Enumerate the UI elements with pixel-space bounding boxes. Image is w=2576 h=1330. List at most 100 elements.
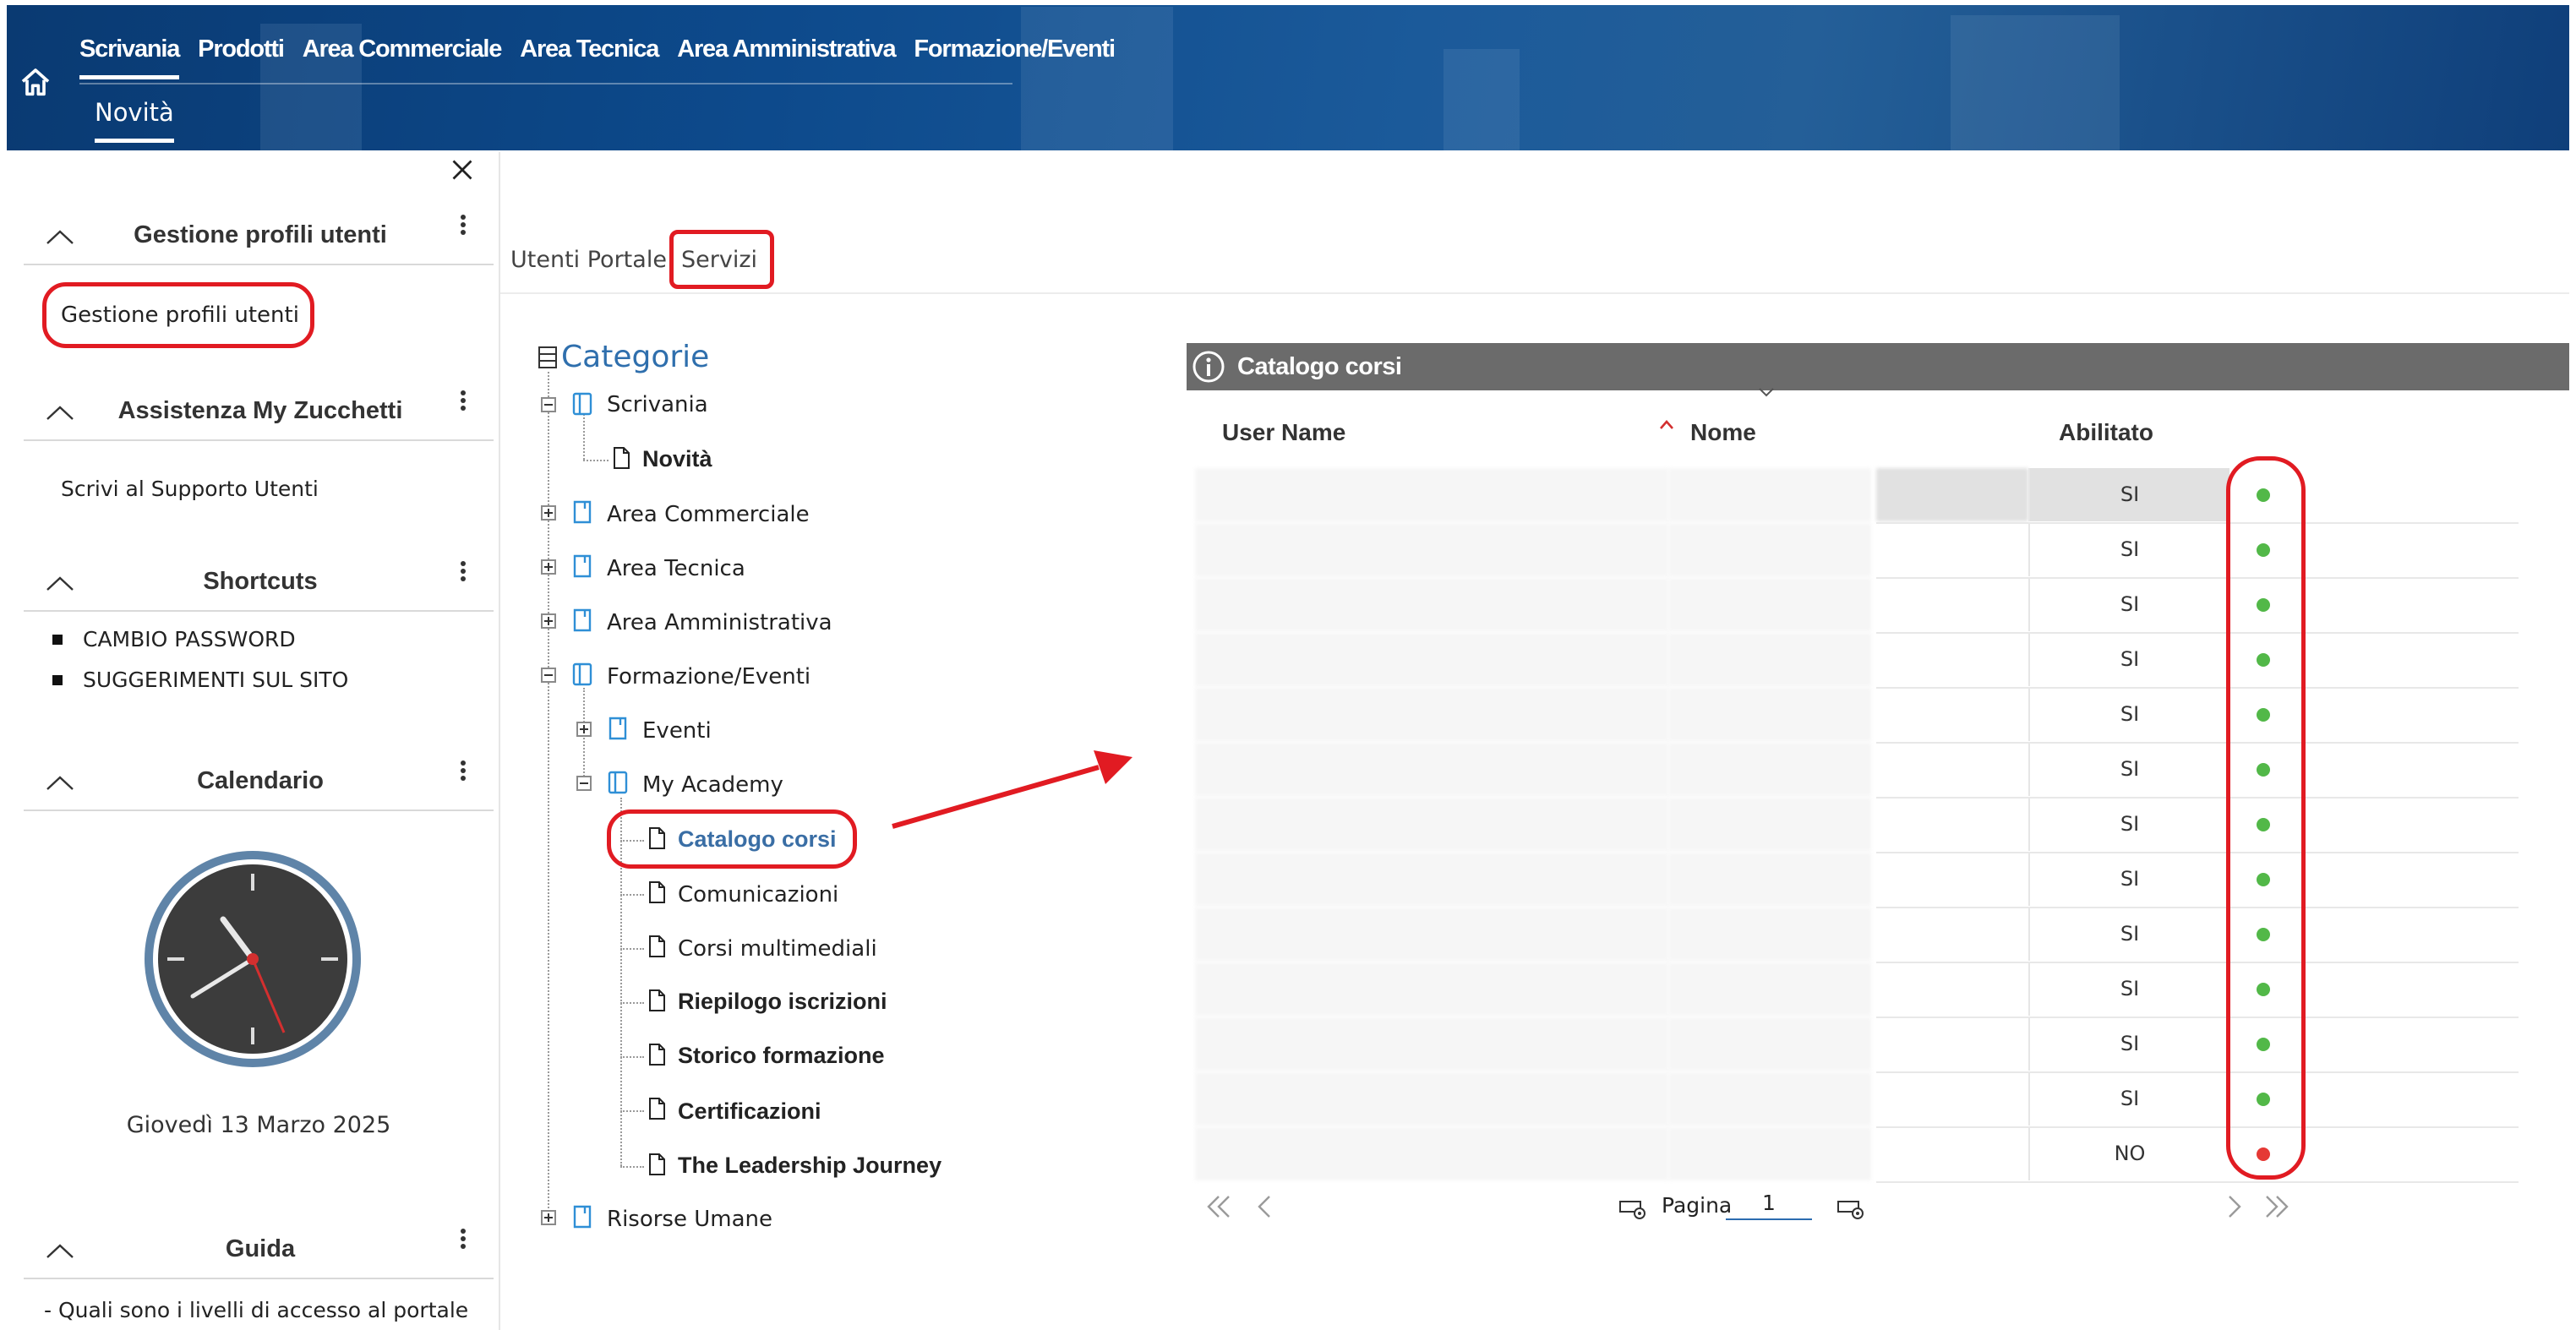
- status-dot-green[interactable]: [2257, 1038, 2270, 1051]
- kebab-menu-icon[interactable]: [458, 561, 468, 586]
- collapse-toggle-icon[interactable]: [576, 776, 592, 791]
- page-number-input[interactable]: [1726, 1186, 1812, 1220]
- nav-formazione-eventi[interactable]: Formazione/Eventi: [914, 35, 1116, 79]
- collapse-toggle-icon[interactable]: [541, 397, 556, 412]
- chevron-up-icon[interactable]: [46, 774, 74, 791]
- tree-node-area-commerciale[interactable]: Area Commerciale: [607, 502, 810, 527]
- table-row[interactable]: SI: [1187, 688, 2302, 743]
- chevron-down-icon[interactable]: [1758, 387, 1775, 397]
- collapse-toggle-icon[interactable]: [541, 668, 556, 683]
- supporto-utenti-link[interactable]: Scrivi al Supporto Utenti: [61, 477, 319, 501]
- status-dot-green[interactable]: [2257, 488, 2270, 502]
- home-icon[interactable]: [19, 66, 52, 100]
- nav-area-tecnica[interactable]: Area Tecnica: [520, 35, 659, 79]
- expand-toggle-icon[interactable]: [576, 722, 592, 737]
- tree-node-catalogo-corsi[interactable]: Catalogo corsi: [678, 826, 837, 853]
- table-row[interactable]: SI: [1187, 908, 2302, 962]
- blurred-nome-cell: [1668, 1072, 1871, 1126]
- categories-icon[interactable]: [538, 345, 558, 370]
- table-row[interactable]: SI: [1187, 523, 2302, 578]
- chevron-up-icon[interactable]: [46, 1242, 74, 1259]
- panel-gestione-profili: Gestione profili utenti: [24, 206, 494, 265]
- sort-ascending-icon[interactable]: [1658, 417, 1675, 431]
- tree-node-corsi-multimediali[interactable]: Corsi multimediali: [678, 936, 877, 962]
- column-header-abilitato[interactable]: Abilitato: [2059, 419, 2153, 446]
- tree-node-scrivania[interactable]: Scrivania: [607, 392, 708, 417]
- nav-scrivania[interactable]: Scrivania: [79, 35, 180, 79]
- close-icon[interactable]: [450, 157, 475, 183]
- status-dot-green[interactable]: [2257, 983, 2270, 996]
- blurred-nome-cell: [1668, 468, 1871, 521]
- status-dot-green[interactable]: [2257, 928, 2270, 941]
- expand-toggle-icon[interactable]: [541, 613, 556, 629]
- status-dot-green[interactable]: [2257, 653, 2270, 667]
- nav-area-amministrativa[interactable]: Area Amministrativa: [677, 35, 896, 79]
- tree-node-risorse-umane[interactable]: Risorse Umane: [607, 1207, 772, 1232]
- status-dot-green[interactable]: [2257, 818, 2270, 831]
- tree-node-eventi[interactable]: Eventi: [642, 718, 712, 744]
- chevron-up-icon[interactable]: [46, 228, 74, 245]
- blurred-user-name-cell: [1195, 688, 1668, 741]
- row-divider: [1876, 907, 2519, 908]
- table-row[interactable]: SI: [1187, 468, 2302, 523]
- tree-node-area-tecnica[interactable]: Area Tecnica: [607, 556, 745, 581]
- table-row[interactable]: SI: [1187, 1072, 2302, 1127]
- gestione-profili-link[interactable]: Gestione profili utenti: [61, 303, 299, 328]
- tree-node-area-amministrativa[interactable]: Area Amministrativa: [607, 610, 832, 635]
- nav-prodotti[interactable]: Prodotti: [198, 35, 285, 79]
- tab-utenti-portale[interactable]: Utenti Portale: [510, 247, 667, 273]
- previous-page-icon[interactable]: [1251, 1191, 1281, 1222]
- next-page-icon[interactable]: [2218, 1191, 2248, 1222]
- expand-toggle-icon[interactable]: [541, 559, 556, 575]
- tree-node-storico-formazione[interactable]: Storico formazione: [678, 1043, 885, 1069]
- table-row[interactable]: SI: [1187, 578, 2302, 633]
- table-row[interactable]: SI: [1187, 798, 2302, 853]
- table-row[interactable]: SI: [1187, 853, 2302, 908]
- chevron-up-icon[interactable]: [46, 404, 74, 421]
- tree-node-my-academy[interactable]: My Academy: [642, 772, 783, 798]
- last-page-icon[interactable]: [2262, 1191, 2292, 1222]
- guida-link[interactable]: - Quali sono i livelli di accesso al por…: [44, 1298, 468, 1322]
- tree-node-comunicazioni[interactable]: Comunicazioni: [678, 882, 838, 908]
- kebab-menu-icon[interactable]: [458, 215, 468, 240]
- status-dot-red[interactable]: [2257, 1147, 2270, 1161]
- status-dot-green[interactable]: [2257, 873, 2270, 886]
- tree-node-riepilogo-iscrizioni[interactable]: Riepilogo iscrizioni: [678, 989, 887, 1015]
- tree-node-leadership-journey[interactable]: The Leadership Journey: [678, 1153, 941, 1179]
- status-dot-green[interactable]: [2257, 598, 2270, 612]
- row-divider: [1876, 1017, 2519, 1018]
- row-divider: [1876, 962, 2519, 963]
- info-icon[interactable]: [1192, 350, 1225, 384]
- tree-node-certificazioni[interactable]: Certificazioni: [678, 1098, 821, 1125]
- panel-shortcuts: Shortcuts: [24, 553, 494, 612]
- column-header-nome[interactable]: Nome: [1690, 419, 1756, 446]
- table-row[interactable]: NO: [1187, 1127, 2302, 1182]
- status-dot-green[interactable]: [2257, 1093, 2270, 1106]
- table-row[interactable]: SI: [1187, 1017, 2302, 1072]
- status-dot-green[interactable]: [2257, 708, 2270, 722]
- column-header-user-name[interactable]: User Name: [1222, 419, 1345, 446]
- shortcut-cambio-password[interactable]: CAMBIO PASSWORD: [52, 627, 296, 651]
- status-dot-green[interactable]: [2257, 543, 2270, 557]
- table-row[interactable]: SI: [1187, 743, 2302, 798]
- status-dot-green[interactable]: [2257, 763, 2270, 777]
- folder-book-icon: [609, 717, 627, 740]
- shortcut-suggerimenti[interactable]: SUGGERIMENTI SUL SITO: [52, 668, 348, 692]
- chevron-up-icon[interactable]: [46, 575, 74, 591]
- table-row[interactable]: SI: [1187, 633, 2302, 688]
- table-row[interactable]: SI: [1187, 962, 2302, 1017]
- nav-area-commerciale[interactable]: Area Commerciale: [303, 35, 503, 79]
- kebab-menu-icon[interactable]: [458, 390, 468, 416]
- first-page-icon[interactable]: [1203, 1191, 1234, 1222]
- expand-toggle-icon[interactable]: [541, 505, 556, 521]
- kebab-menu-icon[interactable]: [458, 1229, 468, 1254]
- tab-servizi[interactable]: Servizi: [681, 247, 757, 273]
- expand-toggle-icon[interactable]: [541, 1210, 556, 1225]
- subnav-novita[interactable]: Novità: [95, 98, 174, 143]
- tree-node-formazione-eventi[interactable]: Formazione/Eventi: [607, 664, 810, 690]
- page-icon: [649, 989, 665, 1011]
- page-settings-icon[interactable]: [1618, 1193, 1648, 1224]
- kebab-menu-icon[interactable]: [458, 760, 468, 786]
- page-settings-icon[interactable]: [1836, 1193, 1866, 1224]
- tree-node-novita[interactable]: Novità: [642, 446, 712, 472]
